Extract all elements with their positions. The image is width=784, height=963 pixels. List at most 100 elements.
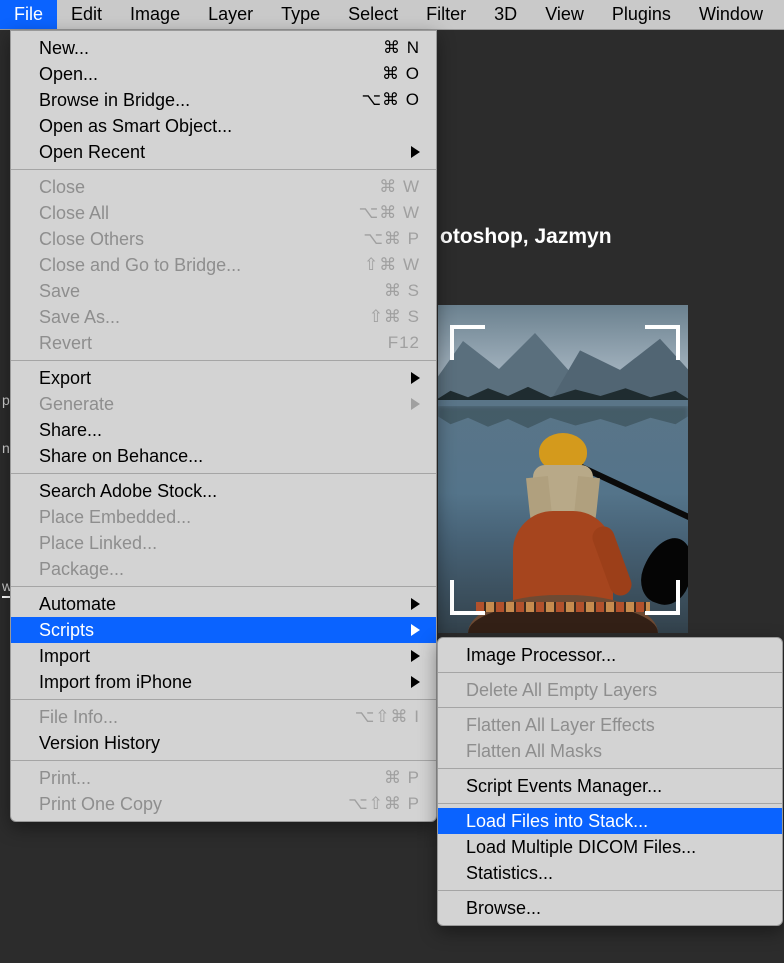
- menu-item-label: Delete All Empty Layers: [466, 680, 766, 701]
- menubar-item-window[interactable]: Window: [685, 0, 777, 29]
- menu-item[interactable]: Browse...: [438, 895, 782, 921]
- menu-item-label: Import: [39, 646, 403, 667]
- menu-item[interactable]: Load Multiple DICOM Files...: [438, 834, 782, 860]
- menu-item-label: Open...: [39, 64, 344, 85]
- menu-separator: [11, 473, 436, 474]
- menu-item-label: Print One Copy: [39, 794, 344, 815]
- menu-separator: [11, 360, 436, 361]
- menu-item-shortcut: ⇧⌘ S: [344, 307, 420, 327]
- sidebar-char: n: [2, 440, 10, 456]
- menu-item-label: Version History: [39, 733, 420, 754]
- menu-item[interactable]: Scripts: [11, 617, 436, 643]
- menu-item[interactable]: Statistics...: [438, 860, 782, 886]
- menu-item-label: Package...: [39, 559, 420, 580]
- menu-item: Close All⌥⌘ W: [11, 200, 436, 226]
- menu-item: Save⌘ S: [11, 278, 436, 304]
- menu-item: Close Others⌥⌘ P: [11, 226, 436, 252]
- menu-item[interactable]: Open as Smart Object...: [11, 113, 436, 139]
- submenu-arrow-icon: [411, 676, 420, 688]
- menu-item-label: Print...: [39, 768, 344, 789]
- menu-separator: [11, 586, 436, 587]
- menu-item: Save As...⇧⌘ S: [11, 304, 436, 330]
- menu-item[interactable]: Export: [11, 365, 436, 391]
- menu-item-label: Revert: [39, 333, 344, 354]
- menu-item[interactable]: Share...: [11, 417, 436, 443]
- menu-item-label: File Info...: [39, 707, 344, 728]
- menu-item-shortcut: ⌘ S: [344, 281, 420, 301]
- menu-item: Place Linked...: [11, 530, 436, 556]
- menubar-item-type[interactable]: Type: [267, 0, 334, 29]
- sidebar-char: p: [2, 392, 10, 408]
- menu-item[interactable]: Script Events Manager...: [438, 773, 782, 799]
- menu-item[interactable]: Browse in Bridge...⌥⌘ O: [11, 87, 436, 113]
- menubar-item-image[interactable]: Image: [116, 0, 194, 29]
- menu-item: Delete All Empty Layers: [438, 677, 782, 703]
- menu-item-label: Flatten All Layer Effects: [466, 715, 766, 736]
- menu-item-label: Close: [39, 177, 344, 198]
- menu-item-shortcut: ⌥⌘ O: [344, 90, 420, 110]
- menu-item-label: New...: [39, 38, 344, 59]
- menu-item-shortcut: ⌘ W: [344, 177, 420, 197]
- menu-item-label: Browse...: [466, 898, 766, 919]
- menu-separator: [438, 803, 782, 804]
- menu-item[interactable]: Open...⌘ O: [11, 61, 436, 87]
- submenu-arrow-icon: [411, 146, 420, 158]
- menu-item-label: Statistics...: [466, 863, 766, 884]
- menu-item-label: Automate: [39, 594, 403, 615]
- menu-separator: [438, 890, 782, 891]
- menu-separator: [438, 672, 782, 673]
- menu-item-shortcut: ⌥⇧⌘ I: [344, 707, 420, 727]
- menu-separator: [11, 699, 436, 700]
- menu-item: Place Embedded...: [11, 504, 436, 530]
- menu-item-label: Place Linked...: [39, 533, 420, 554]
- menu-item[interactable]: New...⌘ N: [11, 35, 436, 61]
- menu-item[interactable]: Share on Behance...: [11, 443, 436, 469]
- menu-separator: [11, 169, 436, 170]
- menu-item-label: Scripts: [39, 620, 403, 641]
- menu-item-shortcut: ⌥⇧⌘ P: [344, 794, 420, 814]
- menu-item-label: Close All: [39, 203, 344, 224]
- menubar-item-filter[interactable]: Filter: [412, 0, 480, 29]
- menubar: File Edit Image Layer Type Select Filter…: [0, 0, 784, 30]
- menubar-item-layer[interactable]: Layer: [194, 0, 267, 29]
- submenu-arrow-icon: [411, 398, 420, 410]
- crop-corner-icon: [645, 580, 680, 615]
- menubar-item-view[interactable]: View: [531, 0, 598, 29]
- menu-item-label: Close and Go to Bridge...: [39, 255, 344, 276]
- menu-item[interactable]: Image Processor...: [438, 642, 782, 668]
- crop-corner-icon: [645, 325, 680, 360]
- submenu-arrow-icon: [411, 624, 420, 636]
- submenu-arrow-icon: [411, 372, 420, 384]
- menu-item[interactable]: Search Adobe Stock...: [11, 478, 436, 504]
- menubar-item-plugins[interactable]: Plugins: [598, 0, 685, 29]
- menu-separator: [438, 707, 782, 708]
- menu-item[interactable]: Automate: [11, 591, 436, 617]
- menu-item[interactable]: Version History: [11, 730, 436, 756]
- submenu-arrow-icon: [411, 650, 420, 662]
- menu-item-label: Search Adobe Stock...: [39, 481, 420, 502]
- menu-item-label: Open Recent: [39, 142, 403, 163]
- menu-item[interactable]: Import from iPhone: [11, 669, 436, 695]
- menu-item-label: Import from iPhone: [39, 672, 403, 693]
- menu-item: Close and Go to Bridge...⇧⌘ W: [11, 252, 436, 278]
- menu-item-label: Script Events Manager...: [466, 776, 766, 797]
- menubar-item-file[interactable]: File: [0, 0, 57, 29]
- menu-separator: [438, 768, 782, 769]
- photo-thumbnail[interactable]: [438, 305, 688, 633]
- menubar-item-edit[interactable]: Edit: [57, 0, 116, 29]
- menu-item: Package...: [11, 556, 436, 582]
- crop-corner-icon: [450, 580, 485, 615]
- menubar-item-3d[interactable]: 3D: [480, 0, 531, 29]
- menu-item[interactable]: Open Recent: [11, 139, 436, 165]
- file-menu: New...⌘ NOpen...⌘ OBrowse in Bridge...⌥⌘…: [10, 30, 437, 822]
- menu-item-shortcut: ⌥⌘ W: [344, 203, 420, 223]
- menu-item-label: Browse in Bridge...: [39, 90, 344, 111]
- menu-item-label: Save: [39, 281, 344, 302]
- welcome-heading: otoshop, Jazmyn: [440, 225, 612, 249]
- menu-item[interactable]: Load Files into Stack...: [438, 808, 782, 834]
- menu-item-shortcut: F12: [344, 333, 420, 353]
- menu-item: Generate: [11, 391, 436, 417]
- menu-item: Close⌘ W: [11, 174, 436, 200]
- menubar-item-select[interactable]: Select: [334, 0, 412, 29]
- menu-item[interactable]: Import: [11, 643, 436, 669]
